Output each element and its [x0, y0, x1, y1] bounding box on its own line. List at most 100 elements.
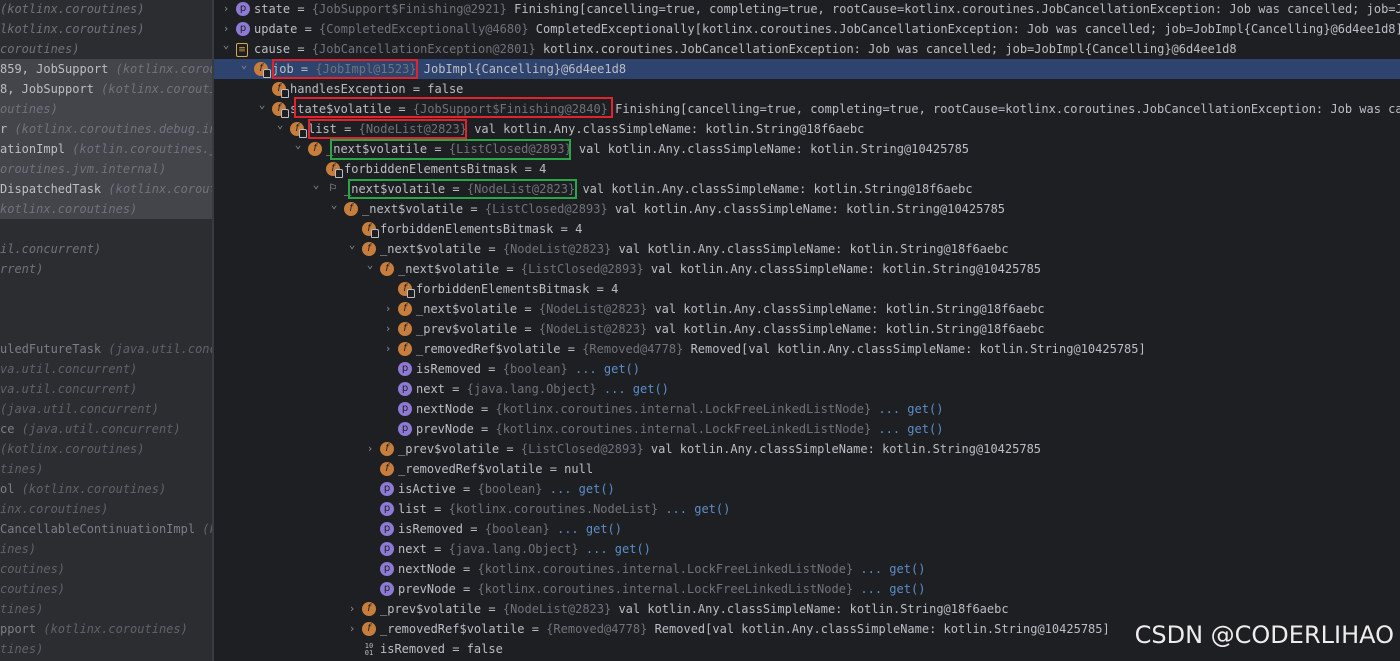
frame-item[interactable]: coutines): [0, 579, 212, 599]
frame-item[interactable]: oroutines.jvm.internal): [0, 159, 212, 179]
tree-row[interactable]: p prevNode = {kotlinx.coroutines.internal…: [214, 579, 1400, 599]
tree-row[interactable]: p nextNode = {kotlinx.coroutines.internal…: [214, 559, 1400, 579]
tree-row[interactable]: › p update = {CompletedExceptionally@4680}…: [214, 19, 1400, 39]
frame-item[interactable]: outines): [0, 99, 212, 119]
frame-item[interactable]: 8, JobSupport (kotlinx.corouti: [0, 79, 212, 99]
frame-item[interactable]: 859, JobSupport (kotlinx.corout: [0, 59, 212, 79]
frame-item[interactable]: [0, 219, 212, 239]
frame-item[interactable]: pport (kotlinx.coroutines): [0, 619, 212, 639]
variable-value: = 4: [589, 282, 619, 296]
tree-row[interactable]: ⌄ f _next$volatile = {NodeList@2823} val k…: [214, 238, 1400, 259]
tree-row[interactable]: ⌄ f _next$volatile = {ListClosed@2893} val…: [214, 198, 1400, 219]
tree-row[interactable]: f forbiddenElementsBitmask = 4: [214, 159, 1400, 179]
tree-row[interactable]: ⌄ f list = {NodeList@2823} val kotlin.Any.…: [214, 118, 1400, 139]
tree-row[interactable]: p isRemoved = {boolean} ... get(): [214, 519, 1400, 539]
expanded-arrow-icon[interactable]: ⌄: [274, 115, 286, 135]
getter-link[interactable]: ... get(): [579, 542, 651, 556]
collapsed-arrow-icon[interactable]: ›: [382, 299, 394, 319]
frame-item[interactable]: inx.coroutines): [0, 499, 212, 519]
frame-item[interactable]: kotlinx.coroutines): [0, 199, 212, 219]
collapsed-arrow-icon[interactable]: ›: [382, 319, 394, 339]
expanded-arrow-icon[interactable]: ⌄: [292, 135, 304, 155]
tree-row[interactable]: › f _next$volatile = {NodeList@2823} val k…: [214, 299, 1400, 319]
frame-item[interactable]: [0, 299, 212, 319]
tree-row[interactable]: p isRemoved = {boolean} ... get(): [214, 359, 1400, 379]
tree-row[interactable]: p list = {kotlinx.coroutines.NodeList} ..…: [214, 499, 1400, 519]
frame-item[interactable]: tines): [0, 459, 212, 479]
variable-entry: isRemoved = {boolean} ... get(): [416, 359, 640, 379]
variable-value: val kotlin.Any.classSimpleName: kotlin.S…: [643, 262, 1042, 276]
frame-item[interactable]: lkotlinx.coroutines): [0, 19, 212, 39]
expanded-arrow-icon[interactable]: ⌄: [238, 55, 250, 75]
expanded-arrow-icon[interactable]: ⌄: [328, 195, 340, 215]
tree-row[interactable]: ⌄ ⚐ _next$volatile = {NodeList@2823} val k…: [214, 178, 1400, 199]
tree-row[interactable]: ⌄ f _next$volatile = {ListClosed@2893} val…: [214, 138, 1400, 159]
equals-sign: =: [290, 2, 312, 16]
collapsed-arrow-icon[interactable]: ›: [382, 339, 394, 359]
tree-row[interactable]: p prevNode = {kotlinx.coroutines.internal…: [214, 419, 1400, 439]
frame-item[interactable]: tines): [0, 639, 212, 659]
frame-item[interactable]: coutines): [0, 559, 212, 579]
frame-item[interactable]: (java.util.concurrent): [0, 399, 212, 419]
frame-item[interactable]: tines): [0, 599, 212, 619]
variable-type: {NodeList@2823}: [466, 182, 576, 196]
frame-item[interactable]: uledFutureTask (java.util.concu: [0, 339, 212, 359]
collapsed-arrow-icon[interactable]: ›: [346, 619, 358, 639]
frame-item[interactable]: rrent): [0, 259, 212, 279]
frame-item[interactable]: il.concurrent): [0, 239, 212, 259]
getter-link[interactable]: ... get(): [597, 382, 669, 396]
getter-link[interactable]: ... get(): [871, 402, 943, 416]
expanded-arrow-icon[interactable]: ⌄: [220, 35, 232, 55]
collapsed-arrow-icon[interactable]: ›: [220, 0, 232, 19]
primitive-icon: 10 01: [364, 642, 374, 657]
frame-item[interactable]: DispatchedTask (kotlinx.corout: [0, 179, 212, 199]
tree-row[interactable]: › f _removedRef$volatile = {Removed@4778} …: [214, 339, 1400, 359]
frame-item[interactable]: ationImpl (kotlin.coroutines.jv: [0, 139, 212, 159]
expanded-arrow-icon[interactable]: ⌄: [346, 235, 358, 255]
frame-item[interactable]: ce (java.util.concurrent): [0, 419, 212, 439]
collapsed-arrow-icon[interactable]: ›: [346, 599, 358, 619]
variable-value: = 4: [553, 222, 583, 236]
tree-row[interactable]: ⌄ f state$volatile = {JobSupport$Finishing…: [214, 98, 1400, 119]
expanded-arrow-icon[interactable]: ⌄: [310, 175, 322, 195]
getter-link[interactable]: ... get(): [568, 362, 640, 376]
frame-item[interactable]: va.util.concurrent): [0, 359, 212, 379]
tree-row[interactable]: p next = {java.lang.Object} ... get(): [214, 379, 1400, 399]
frame-item[interactable]: CancellableContinuationImpl (ko: [0, 519, 212, 539]
frame-item[interactable]: coroutines): [0, 39, 212, 59]
frame-package: (java.util.concurrent): [0, 402, 159, 416]
tree-row[interactable]: f handlesException = false: [214, 79, 1400, 99]
getter-link[interactable]: ... get(): [543, 482, 615, 496]
tree-row[interactable]: › f _prev$volatile = {ListClosed@2893} val…: [214, 439, 1400, 459]
tree-row[interactable]: ⌄ ≡ cause = {JobCancellationException@2801…: [214, 38, 1400, 59]
variable-name: list: [398, 502, 427, 516]
tree-row[interactable]: f _removedRef$volatile = null: [214, 459, 1400, 479]
frame-item[interactable]: (kotlinx.coroutines): [0, 0, 212, 19]
expanded-arrow-icon[interactable]: ⌄: [364, 255, 376, 275]
tree-row[interactable]: › f _prev$volatile = {NodeList@2823} val k…: [214, 319, 1400, 339]
getter-link[interactable]: ... get(): [550, 522, 622, 536]
tree-row[interactable]: p next = {java.lang.Object} ... get(): [214, 539, 1400, 559]
collapsed-arrow-icon[interactable]: ›: [364, 439, 376, 459]
frame-item[interactable]: va.util.concurrent): [0, 379, 212, 399]
expanded-arrow-icon[interactable]: ⌄: [256, 95, 268, 115]
frame-item[interactable]: (kotlinx.coroutines): [0, 439, 212, 459]
getter-link[interactable]: ... get(): [658, 502, 730, 516]
getter-link[interactable]: ... get(): [871, 422, 943, 436]
tree-row[interactable]: p isActive = {boolean} ... get(): [214, 479, 1400, 499]
tree-row[interactable]: f forbiddenElementsBitmask = 4: [214, 219, 1400, 239]
frame-item[interactable]: [0, 319, 212, 339]
tree-row[interactable]: p nextNode = {kotlinx.coroutines.internal…: [214, 399, 1400, 419]
tree-row[interactable]: ⌄ f _next$volatile = {ListClosed@2893} val…: [214, 258, 1400, 279]
tree-row[interactable]: › p state = {JobSupport$Finishing@2921} Fi…: [214, 0, 1400, 19]
frame-item[interactable]: ines): [0, 539, 212, 559]
property-icon: p: [380, 482, 394, 496]
tree-row[interactable]: f forbiddenElementsBitmask = 4: [214, 279, 1400, 299]
tree-row[interactable]: ⌄ f job = {JobImpl@1523} JobImpl{Cancellin…: [214, 58, 1400, 79]
frame-item[interactable]: [0, 279, 212, 299]
getter-link[interactable]: ... get(): [853, 562, 925, 576]
frame-item[interactable]: r (kotlinx.coroutines.debug.int: [0, 119, 212, 139]
tree-row[interactable]: › f _prev$volatile = {NodeList@2823} val k…: [214, 599, 1400, 619]
frame-item[interactable]: ol (kotlinx.coroutines): [0, 479, 212, 499]
getter-link[interactable]: ... get(): [853, 582, 925, 596]
